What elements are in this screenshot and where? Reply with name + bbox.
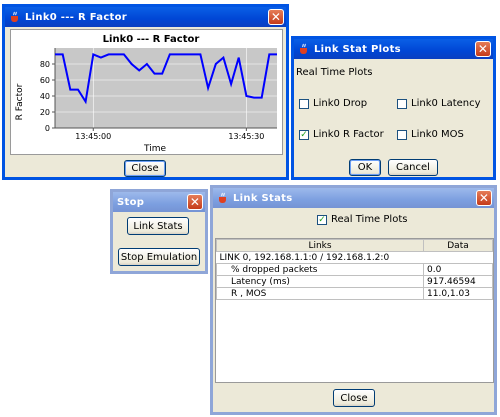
realtime-plots-label: Real Time Plots <box>296 67 373 78</box>
linkstats-titlebar[interactable]: Link Stats ✕ <box>213 188 494 208</box>
ok-button[interactable]: OK <box>349 159 381 176</box>
table-row[interactable]: % dropped packets 0.0 <box>216 263 493 276</box>
cell-data: 11.0,1.03 <box>423 287 493 300</box>
rfactor-window: Link0 --- R Factor ✕ Link0 --- R Factor … <box>2 4 289 180</box>
option-link0-drop[interactable]: Link0 Drop <box>299 98 367 109</box>
stop-window: Stop ✕ Link Stats Stop Emulation <box>110 189 208 274</box>
stop-title: Stop <box>117 196 145 208</box>
cell-link: % dropped packets <box>216 263 424 276</box>
cell-link: R , MOS <box>216 287 424 300</box>
linkstat-close-icon[interactable]: ✕ <box>475 41 491 57</box>
rfactor-chart: Link0 --- R Factor R Factor Time 0 20 40 60… <box>15 34 277 154</box>
chart-xlabel: Time <box>143 144 166 154</box>
linkstat-title: Link Stat Plots <box>314 43 401 55</box>
checkbox-link0-mos[interactable] <box>397 129 407 140</box>
cell-data <box>424 252 493 264</box>
option-link0-rfactor-label: Link0 R Factor <box>313 129 384 140</box>
cell-link: Latency (ms) <box>216 275 424 288</box>
linkstat-titlebar[interactable]: Link Stat Plots ✕ <box>294 39 493 59</box>
option-link0-mos[interactable]: Link0 MOS <box>397 129 464 140</box>
java-cup-icon <box>11 11 18 22</box>
checkbox-link0-drop[interactable] <box>299 98 309 109</box>
java-cup-icon <box>219 192 226 203</box>
option-link0-latency-label: Link0 Latency <box>411 98 481 109</box>
column-header-links[interactable]: Links <box>216 239 424 252</box>
cell-link: LINK 0, 192.168.1.1:0 / 192.168.1.2:0 <box>219 252 390 263</box>
linkstats-close-icon[interactable]: ✕ <box>476 190 492 206</box>
linkstats-close-button[interactable]: Close <box>333 389 375 407</box>
option-link0-drop-label: Link0 Drop <box>313 98 368 109</box>
chart-ylabel: R Factor <box>15 83 25 120</box>
link-stats-window: Link Stats ✕ ✓ Real Time Plots Links Dat… <box>210 185 497 415</box>
linkstat-plots-window: Link Stat Plots ✕ Real Time Plots Link0 … <box>291 36 496 180</box>
option-link0-mos-label: Link0 MOS <box>411 129 464 140</box>
linkstats-title: Link Stats <box>233 192 293 204</box>
y-tick-label: 40 <box>40 92 50 101</box>
y-tick-label: 60 <box>40 76 50 85</box>
rfactor-chart-panel: Link0 --- R Factor R Factor Time 0 20 40 60… <box>10 29 283 155</box>
link-stats-table-container: Links Data LINK 0, 192.168.1.1:0 / 192.1… <box>215 238 494 383</box>
cell-data: 0.0 <box>423 263 493 276</box>
link-stats-button[interactable]: Link Stats <box>127 217 189 235</box>
table-header-row: Links Data <box>216 239 493 252</box>
table-row[interactable]: Latency (ms) 917.46594 <box>216 275 493 288</box>
table-row[interactable]: LINK 0, 192.168.1.1:0 / 192.168.1.2:0 <box>217 252 493 264</box>
rfactor-title: Link0 --- R Factor <box>25 11 128 23</box>
x-tick-label: 13:45:00 <box>75 132 111 141</box>
rfactor-close-button[interactable]: Close <box>124 160 166 177</box>
stop-close-icon[interactable]: ✕ <box>187 194 203 210</box>
rfactor-titlebar[interactable]: Link0 --- R Factor ✕ <box>5 7 286 27</box>
x-tick-label: 13:45:30 <box>228 132 264 141</box>
realtime-plots-toggle[interactable]: ✓ Real Time Plots <box>317 214 407 225</box>
chart-title: Link0 --- R Factor <box>103 34 200 45</box>
rfactor-close-icon[interactable]: ✕ <box>268 9 284 25</box>
realtime-plots-toggle-label: Real Time Plots <box>331 214 408 225</box>
y-tick-label: 20 <box>40 108 50 117</box>
checkbox-realtime-plots[interactable]: ✓ <box>317 214 327 225</box>
option-link0-rfactor[interactable]: ✓ Link0 R Factor <box>299 129 384 140</box>
y-tick-label: 80 <box>40 60 50 69</box>
cell-data: 917.46594 <box>423 275 493 288</box>
link-stats-table: Links Data LINK 0, 192.168.1.1:0 / 192.1… <box>216 239 493 300</box>
y-tick-label: 0 <box>45 124 50 133</box>
checkbox-link0-rfactor[interactable]: ✓ <box>299 129 309 140</box>
cancel-button[interactable]: Cancel <box>388 159 438 176</box>
stop-titlebar[interactable]: Stop ✕ <box>113 192 205 212</box>
table-row[interactable]: R , MOS 11.0,1.03 <box>216 287 493 300</box>
stop-emulation-button[interactable]: Stop Emulation <box>118 248 200 266</box>
option-link0-latency[interactable]: Link0 Latency <box>397 98 481 109</box>
java-cup-icon <box>300 43 307 54</box>
column-header-data[interactable]: Data <box>423 239 493 252</box>
checkbox-link0-latency[interactable] <box>397 98 407 109</box>
